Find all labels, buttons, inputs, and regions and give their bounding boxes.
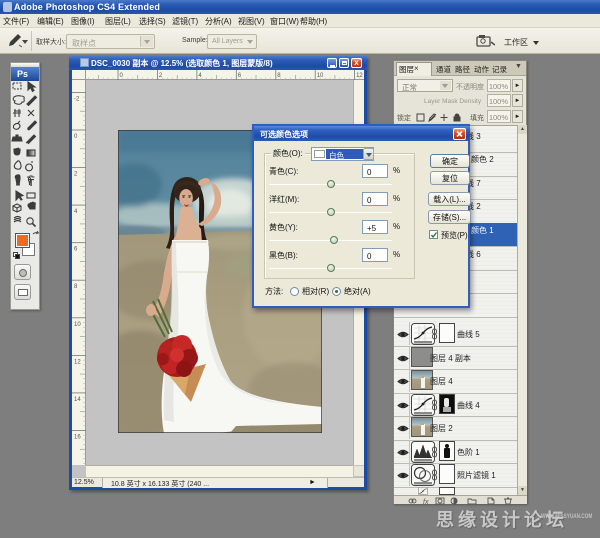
svg-text:12: 12: [74, 359, 81, 365]
svg-text:14: 14: [74, 397, 81, 403]
svg-text:16: 16: [74, 435, 81, 441]
svg-text:12: 12: [356, 73, 363, 79]
svg-text:10: 10: [74, 322, 81, 328]
svg-text:10: 10: [317, 73, 324, 79]
svg-text:-2: -2: [74, 96, 80, 102]
svg-text:fx: fx: [423, 499, 429, 505]
svg-text:T: T: [28, 178, 34, 189]
